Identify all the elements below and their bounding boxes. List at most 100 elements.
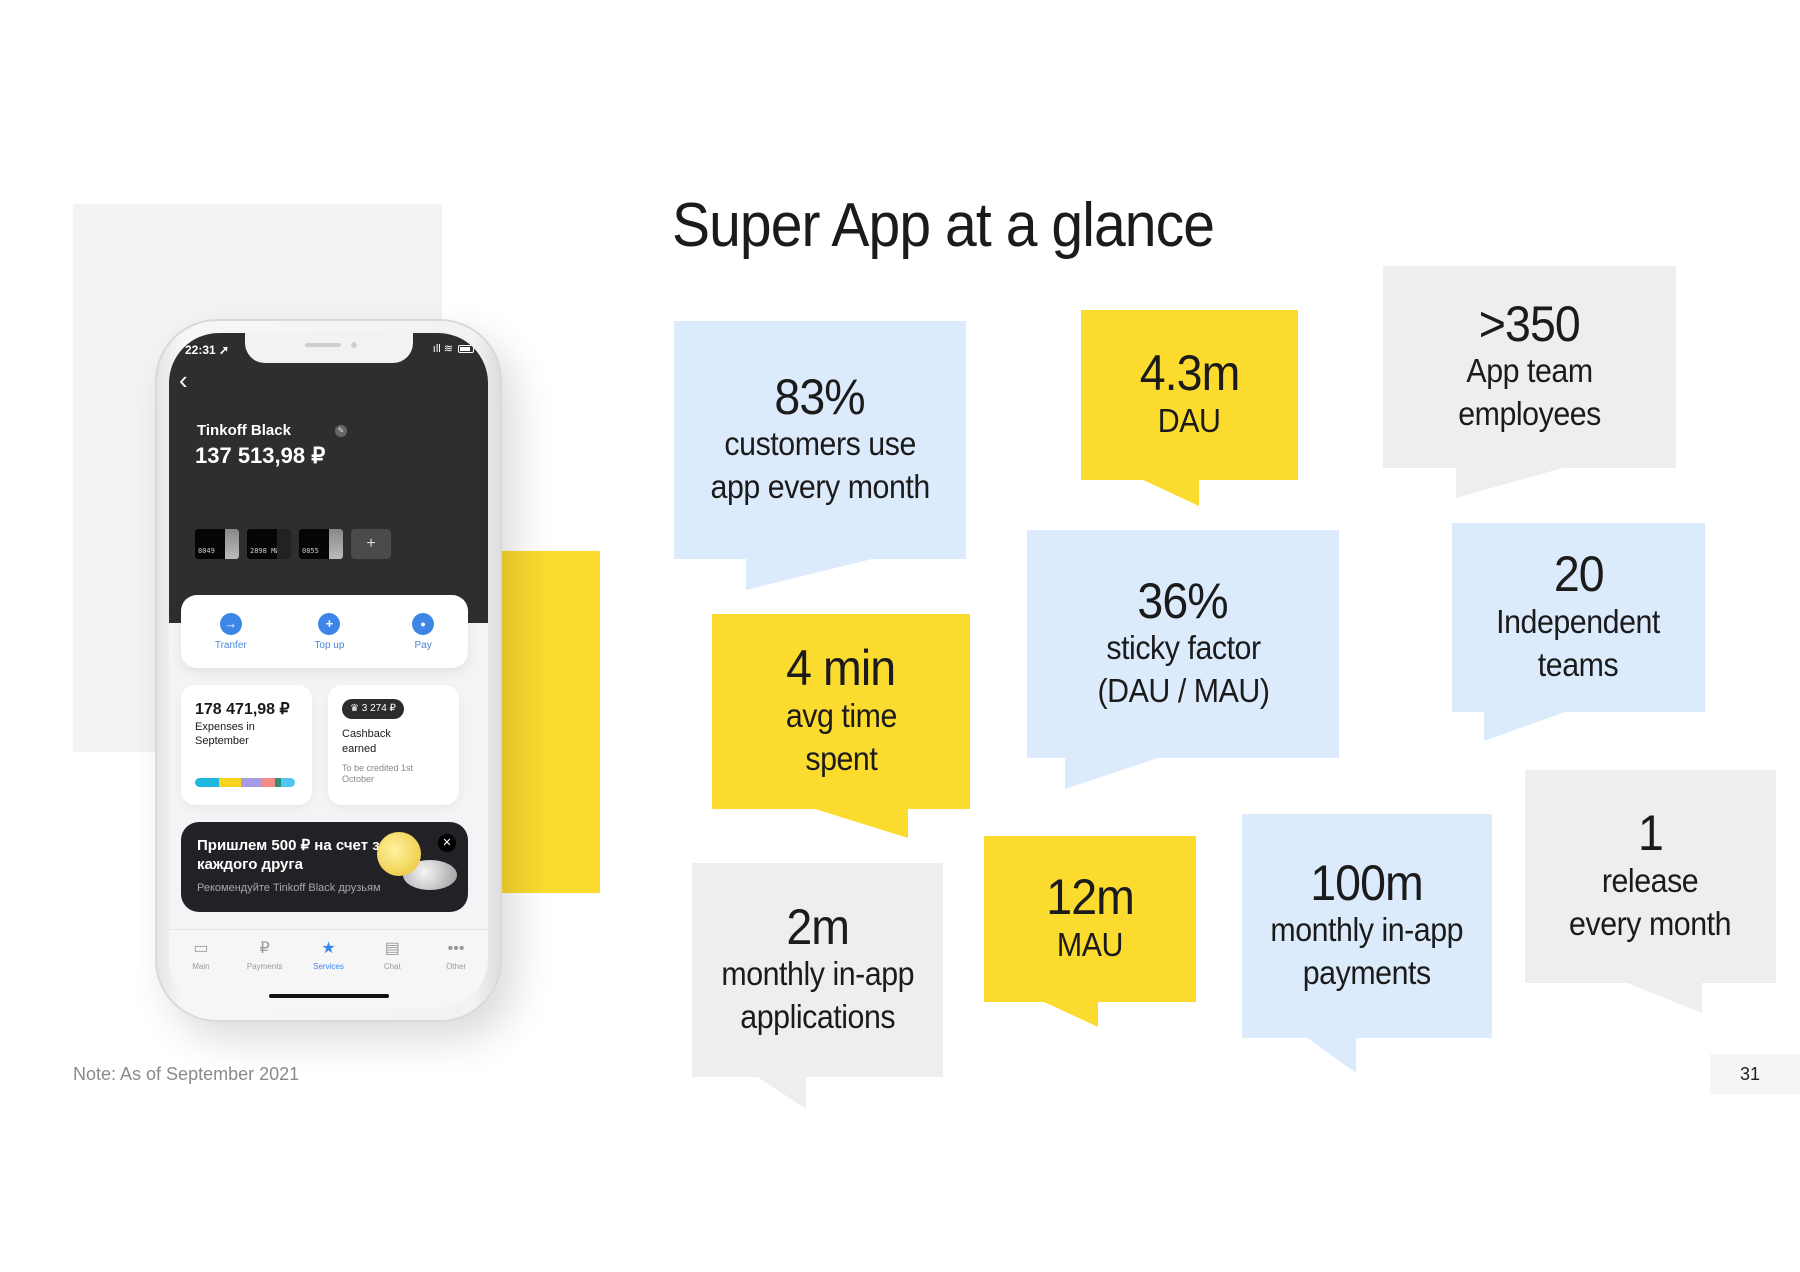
bubble-tail bbox=[1042, 1001, 1098, 1027]
action-transfer[interactable]: → Tranfer bbox=[214, 612, 247, 651]
status-time: 22:31 ➚ bbox=[185, 343, 230, 357]
action-pay[interactable]: ● Pay bbox=[412, 612, 435, 651]
cashback-note: To be credited 1st October bbox=[342, 763, 414, 784]
stat-description: monthly in-app payments bbox=[1270, 911, 1464, 992]
card-art bbox=[225, 529, 239, 559]
bubble-tail bbox=[1484, 711, 1568, 741]
tab-other[interactable]: ••• Other bbox=[428, 940, 484, 1008]
stat-value: 36% bbox=[1137, 572, 1229, 629]
stat-description: release every month bbox=[1569, 861, 1732, 942]
action-label: Tranfer bbox=[214, 639, 247, 651]
spending-segment bbox=[219, 778, 241, 787]
card-art bbox=[329, 529, 343, 559]
quick-actions: → Tranfer + Top up ● Pay bbox=[181, 595, 468, 668]
ruble-icon: ₽ bbox=[259, 940, 270, 957]
tab-label: Services bbox=[313, 962, 344, 971]
stat-bubble-sticky-factor: 36% sticky factor (DAU / MAU) bbox=[1027, 530, 1339, 789]
spending-segment bbox=[281, 778, 295, 787]
expenses-label: Expenses in September bbox=[195, 721, 255, 747]
stat-description: Independent teams bbox=[1496, 602, 1661, 683]
promo-subtitle: Рекомендуйте Tinkoff Black друзьям bbox=[197, 882, 381, 894]
spending-segment bbox=[241, 778, 261, 787]
stat-value: 100m bbox=[1310, 854, 1425, 911]
accent-yellow-block bbox=[499, 551, 600, 893]
cashback-tile[interactable]: ♛ 3 274 ₽ Cashback earned To be credited… bbox=[328, 685, 459, 805]
back-icon[interactable]: ‹ bbox=[179, 367, 188, 393]
stat-description: sticky factor (DAU / MAU) bbox=[1096, 629, 1270, 710]
account-header bbox=[169, 333, 488, 623]
stat-description: DAU bbox=[1158, 401, 1221, 439]
stat-bubble-monthly-usage: 83% customers use app every month bbox=[674, 321, 966, 590]
chat-icon: ▤ bbox=[384, 940, 400, 957]
bubble-tail bbox=[1141, 479, 1199, 506]
card-number: 0855 bbox=[302, 547, 319, 555]
stat-description: MAU bbox=[1056, 925, 1124, 963]
edit-icon[interactable]: ✎ bbox=[335, 425, 347, 437]
expenses-tile[interactable]: 178 471,98 ₽ Expenses in September bbox=[181, 685, 312, 805]
stat-bubble-dau: 4.3m DAU bbox=[1081, 310, 1298, 506]
close-icon[interactable]: ✕ bbox=[438, 834, 456, 852]
card-list: 8049 2898 МИР 0855 + bbox=[195, 529, 391, 559]
signal-wifi-icon: ıll ≋ bbox=[432, 343, 453, 355]
stat-value: 2m bbox=[786, 898, 850, 955]
bubble-tail bbox=[1065, 757, 1161, 789]
slide-title: Super App at a glance bbox=[672, 191, 1215, 260]
camera bbox=[351, 342, 357, 348]
tab-bar: ▭ Main ₽ Payments ★ Services ▤ Chat ••• Other bbox=[169, 929, 488, 1008]
action-label: Top up bbox=[314, 639, 345, 651]
bubble-tail bbox=[1456, 467, 1566, 498]
stat-bubble-applications: 2m monthly in-app applications bbox=[692, 863, 943, 1109]
stat-bubble-releases: 1 release every month bbox=[1525, 770, 1776, 1013]
phone-mockup: 22:31 ➚ ıll ≋ ‹ Tinkoff Black ✎ 137 513,… bbox=[155, 319, 502, 1022]
phone-notch bbox=[245, 333, 413, 363]
promo-banner[interactable]: Пришлем 500 ₽ на счет за каждого друга Р… bbox=[181, 822, 468, 912]
coin-illustration bbox=[377, 832, 421, 876]
home-indicator bbox=[269, 994, 389, 998]
battery-icon bbox=[458, 344, 474, 353]
stat-bubble-independent-teams: 20 Independent teams bbox=[1452, 523, 1705, 741]
stat-description: customers use app every month bbox=[710, 425, 930, 506]
card-number: 8049 bbox=[198, 547, 215, 555]
footnote: Note: As of September 2021 bbox=[73, 1064, 300, 1084]
speaker bbox=[305, 343, 341, 347]
arrow-right-icon: → bbox=[219, 612, 242, 635]
status-icons: ıll ≋ bbox=[433, 342, 474, 355]
tab-label: Chat bbox=[383, 962, 401, 971]
card-icon: ▭ bbox=[193, 940, 209, 957]
card-thumbnail[interactable]: 2898 МИР bbox=[247, 529, 291, 559]
cashback-amount-pill: ♛ 3 274 ₽ bbox=[342, 699, 404, 719]
bubble-tail bbox=[756, 1076, 806, 1109]
spending-segment bbox=[261, 778, 275, 787]
stat-value: 4.3m bbox=[1139, 345, 1241, 402]
cashback-label: Cashback earned bbox=[342, 728, 391, 755]
pay-icon: ● bbox=[412, 612, 435, 635]
add-card-button[interactable]: + bbox=[351, 529, 391, 559]
stat-bubble-avg-time: 4 min avg time spent bbox=[712, 614, 970, 838]
tab-label: Main bbox=[192, 962, 210, 971]
bubble-tail bbox=[746, 558, 876, 590]
card-thumbnail[interactable]: 8049 bbox=[195, 529, 239, 559]
stat-description: monthly in-app applications bbox=[721, 955, 914, 1036]
stat-bubble-payments: 100m monthly in-app payments bbox=[1242, 814, 1492, 1073]
stat-value: >350 bbox=[1478, 295, 1581, 352]
stat-value: 12m bbox=[1046, 869, 1135, 926]
expenses-amount: 178 471,98 ₽ bbox=[195, 701, 290, 718]
stat-value: 1 bbox=[1638, 805, 1664, 862]
action-label: Pay bbox=[414, 639, 432, 651]
phone-screen: 22:31 ➚ ıll ≋ ‹ Tinkoff Black ✎ 137 513,… bbox=[169, 333, 488, 1008]
card-thumbnail[interactable]: 0855 bbox=[299, 529, 343, 559]
account-name: Tinkoff Black bbox=[197, 422, 291, 439]
stat-value: 20 bbox=[1553, 546, 1605, 603]
tab-main[interactable]: ▭ Main bbox=[173, 940, 229, 1008]
more-icon: ••• bbox=[447, 940, 465, 957]
bubble-tail bbox=[1306, 1037, 1356, 1073]
stat-description: avg time spent bbox=[785, 696, 897, 777]
bubble-tail bbox=[1625, 982, 1702, 1013]
spending-category-bar bbox=[195, 778, 295, 787]
tab-label: Other bbox=[446, 962, 467, 971]
plus-icon: + bbox=[318, 612, 341, 635]
bubble-tail bbox=[812, 808, 908, 838]
action-top-up[interactable]: + Top up bbox=[314, 612, 345, 651]
page-number-box: 31 bbox=[1710, 1054, 1800, 1094]
tab-label: Payments bbox=[246, 962, 283, 971]
